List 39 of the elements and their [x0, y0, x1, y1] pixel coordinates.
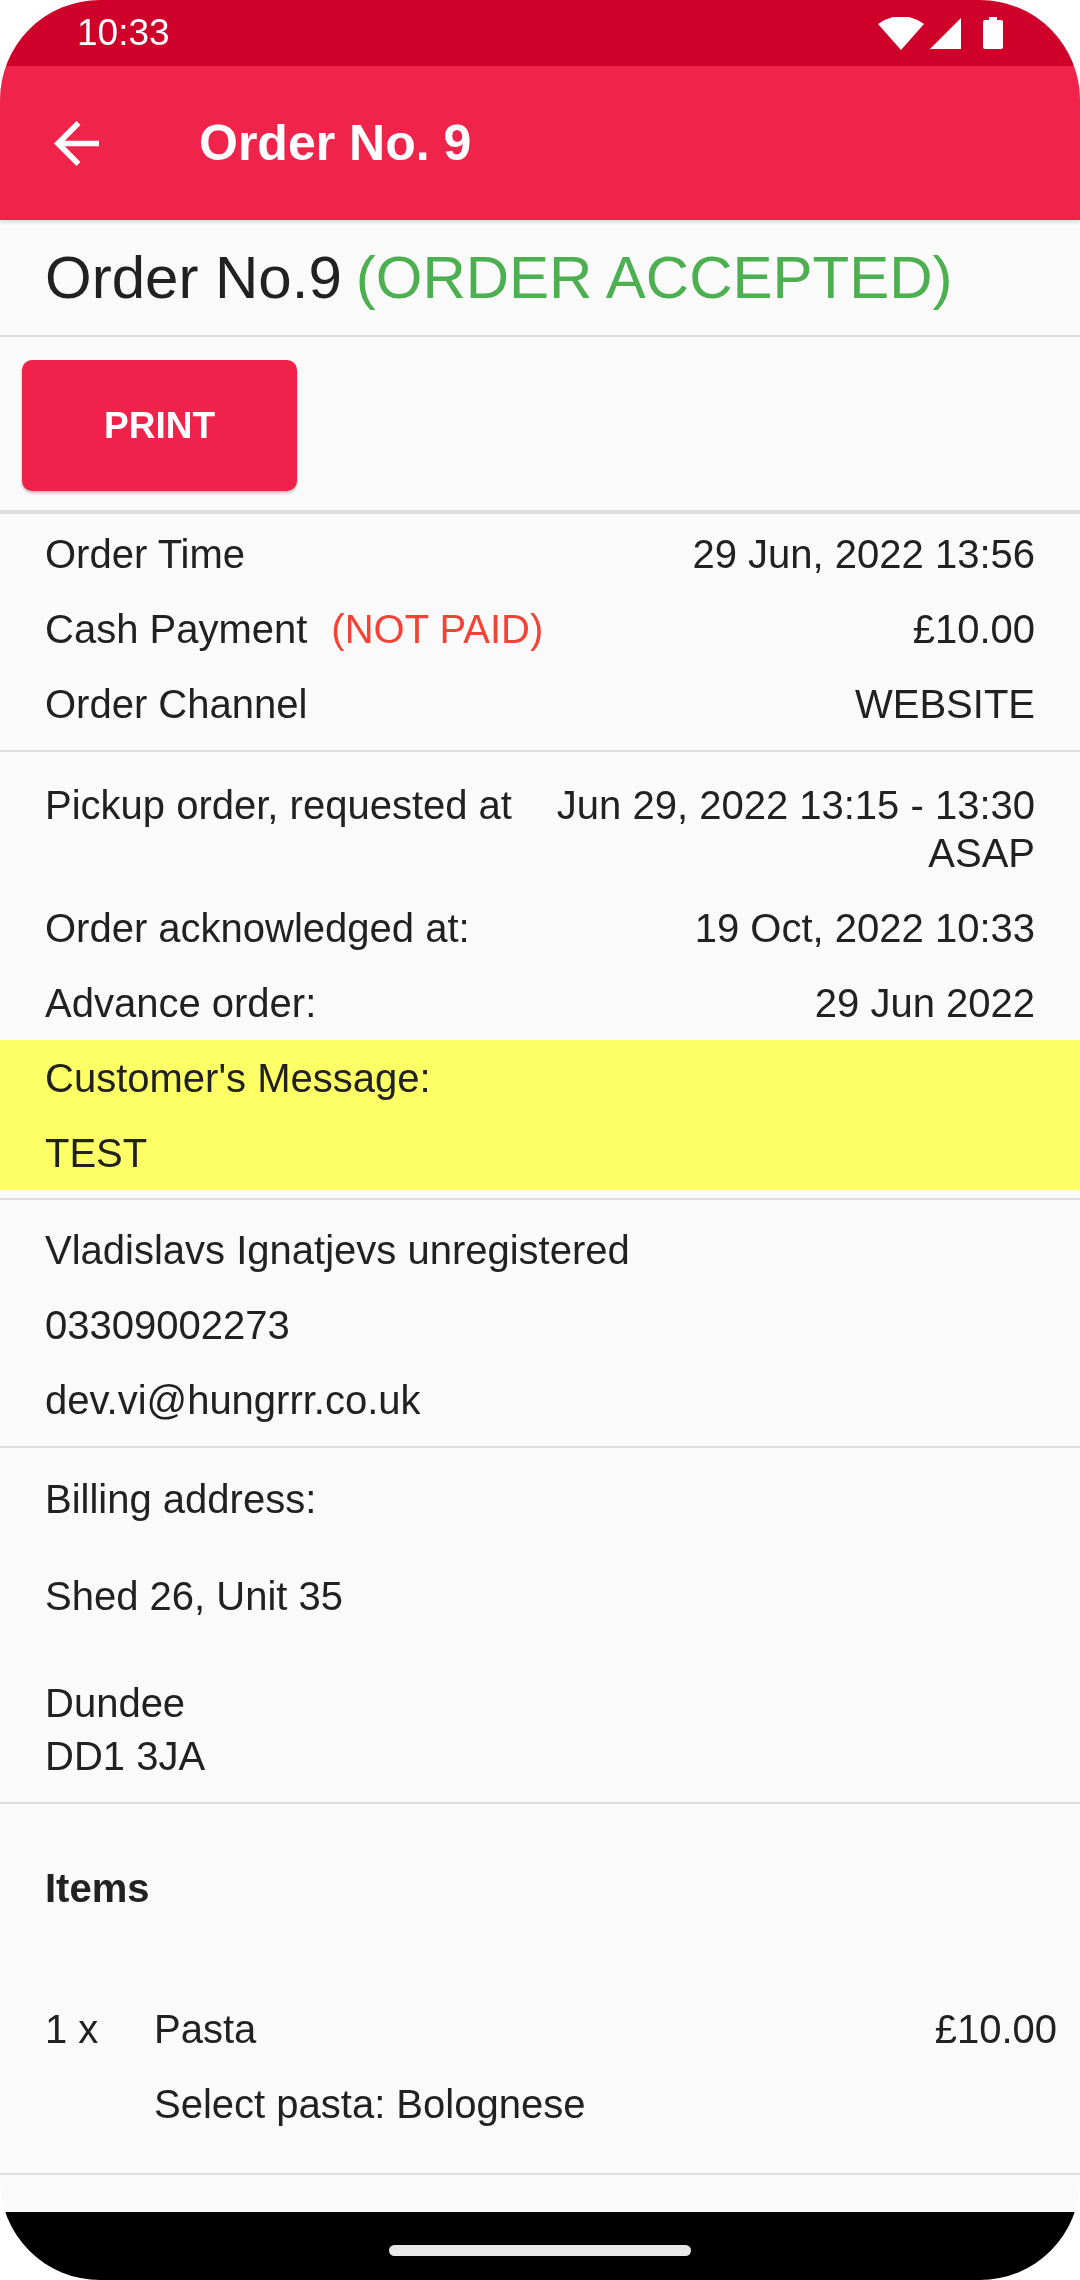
wifi-icon: [878, 16, 924, 50]
address-line: DD1 3JA: [45, 1733, 206, 1780]
order-status: (ORDER ACCEPTED): [355, 242, 953, 313]
item-quantity: 1 x: [45, 2006, 99, 2051]
customer-email: dev.vi@hungrrr.co.uk: [45, 1376, 421, 1424]
status-time: 10:33: [77, 11, 170, 55]
detail-value: ASAP: [928, 829, 1035, 877]
home-indicator[interactable]: [389, 2244, 691, 2256]
detail-value: Jun 29, 2022 13:15 - 13:30: [556, 781, 1035, 829]
back-button[interactable]: [54, 120, 99, 166]
billing-label: Billing address:: [45, 1475, 317, 1523]
detail-label: Order Time: [45, 530, 246, 578]
message-label: Customer's Message:: [45, 1054, 431, 1102]
detail-label: Order Channel: [45, 680, 308, 728]
back-arrow-icon: [54, 120, 99, 166]
item-option: Select pasta: Bolognese: [154, 2079, 586, 2128]
signal-icon: [930, 17, 961, 49]
detail-label: Cash Payment: [45, 605, 308, 653]
payment-status: (NOT PAID): [331, 605, 544, 653]
screen-title: Order No. 9: [199, 114, 472, 173]
item-price: £10.00: [934, 2005, 1057, 2053]
customer-phone: 03309002273: [45, 1301, 290, 1349]
detail-label: Advance order:: [45, 979, 317, 1027]
detail-value: WEBSITE: [854, 680, 1035, 728]
detail-label: Pickup order, requested at: [45, 781, 512, 829]
battery-icon: [983, 17, 1003, 49]
detail-value: 29 Jun, 2022 13:56: [692, 530, 1035, 578]
address-line: Dundee: [45, 1680, 186, 1727]
address-line: Shed 26, Unit 35: [45, 1573, 343, 1620]
message-text: TEST: [45, 1129, 148, 1177]
item-name: Pasta: [154, 2005, 257, 2053]
print-button[interactable]: PRINT: [22, 360, 297, 491]
customer-name: Vladislavs Ignatjevs unregistered: [45, 1226, 630, 1274]
detail-value: 19 Oct, 2022 10:33: [694, 904, 1035, 952]
order-number: Order No.9: [45, 242, 342, 313]
detail-value: £10.00: [912, 605, 1035, 653]
detail-label: Order acknowledged at:: [45, 904, 470, 952]
items-heading: Items: [45, 1864, 150, 1912]
detail-value: 29 Jun 2022: [814, 979, 1035, 1027]
